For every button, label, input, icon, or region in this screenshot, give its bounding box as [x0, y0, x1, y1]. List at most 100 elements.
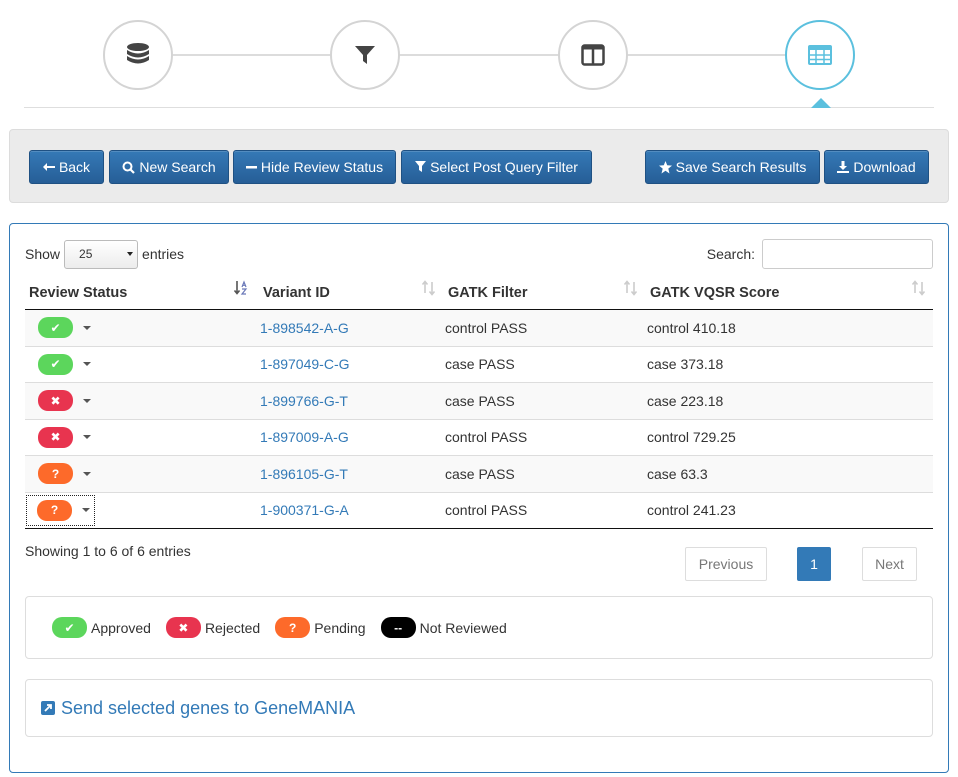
previous-page-button[interactable]: Previous [685, 547, 767, 581]
variant-id-link[interactable]: 1-896105-G-T [260, 466, 348, 482]
pending-status-badge[interactable]: ? [38, 463, 73, 484]
arrow-left-icon [42, 162, 55, 172]
chevron-down-icon[interactable] [83, 471, 91, 476]
chevron-down-icon[interactable] [83, 398, 91, 403]
star-icon [658, 160, 672, 174]
question-icon: ? [50, 503, 59, 517]
review-status-dropdown[interactable]: ✖ [38, 390, 91, 411]
approved-status-badge[interactable]: ✔ [38, 317, 73, 338]
post-query-filter-button[interactable]: Select Post Query Filter [401, 150, 592, 184]
close-icon: ✖ [178, 620, 189, 635]
review-status-dropdown[interactable]: ✔ [38, 353, 91, 375]
review-status-dropdown[interactable]: ? [26, 494, 95, 526]
sort-both-icon[interactable] [421, 280, 438, 297]
gatk-vqsr-score-cell: case 223.18 [647, 392, 724, 409]
check-icon: ✔ [64, 620, 75, 635]
review-status-dropdown[interactable]: ✖ [38, 426, 91, 448]
rejected-status-badge[interactable]: ✖ [38, 390, 73, 411]
back-button[interactable]: Back [29, 150, 104, 184]
legend-item-approved: ✔ Approved [52, 617, 151, 638]
legend-label: Approved [91, 619, 151, 636]
wizard-step-database[interactable] [103, 20, 173, 90]
gatk-vqsr-score-cell: case 373.18 [647, 356, 724, 373]
page-size-select[interactable]: 25 [64, 239, 139, 269]
filter-icon [415, 161, 427, 173]
gatk-filter-cell: case PASS [445, 356, 515, 373]
legend-label: Rejected [204, 619, 261, 636]
entries-label: entries [142, 246, 185, 262]
column-header-label: GATK VQSR Score [650, 285, 780, 301]
wizard-connector [140, 54, 820, 56]
save-search-results-label: Save Search Results [675, 159, 807, 175]
wizard-divider [24, 107, 934, 108]
variant-id-link[interactable]: 1-898542-A-G [260, 320, 349, 336]
wizard-steps [0, 0, 958, 110]
new-search-button[interactable]: New Search [109, 150, 229, 184]
gatk-filter-cell: case PASS [445, 392, 515, 409]
dash-icon: -- [394, 620, 403, 635]
rejected-legend-badge: ✖ [165, 617, 201, 638]
search-input[interactable] [762, 239, 933, 269]
review-status-dropdown[interactable]: ✔ [38, 317, 91, 338]
sort-both-icon[interactable] [623, 280, 640, 297]
active-step-caret [811, 98, 831, 108]
table-row[interactable]: ✔ 1-898542-A-G control PASS control 410.… [25, 310, 933, 347]
wizard-step-columns[interactable] [558, 20, 628, 90]
column-header-review-status[interactable]: Review Status [29, 276, 127, 310]
variant-id-link[interactable]: 1-900371-G-A [260, 502, 349, 518]
new-search-label: New Search [139, 159, 216, 175]
table-header: Review Status Variant ID GATK Filter GAT… [25, 276, 933, 310]
status-legend: ✔ Approved ✖ Rejected ? Pending -- Not R… [25, 596, 933, 659]
question-icon: ? [51, 466, 60, 481]
table-row[interactable]: ✖ 1-897009-A-G control PASS control 729.… [25, 420, 933, 456]
save-search-results-button[interactable]: Save Search Results [645, 150, 820, 184]
hide-review-status-button[interactable]: Hide Review Status [233, 150, 396, 184]
column-header-variant-id[interactable]: Variant ID [263, 276, 330, 310]
page-length-control: Show 25 entries [25, 239, 184, 269]
pending-status-badge[interactable]: ? [37, 499, 72, 521]
chevron-down-icon[interactable] [83, 362, 91, 366]
legend-item-rejected: ✖ Rejected [165, 617, 261, 638]
approved-status-badge[interactable]: ✔ [38, 353, 73, 375]
column-header-gatk-filter[interactable]: GATK Filter [448, 276, 527, 310]
chevron-down-icon[interactable] [83, 325, 91, 330]
table-row[interactable]: ? 1-900371-G-A control PASS control 241.… [25, 493, 933, 529]
gatk-filter-cell: control PASS [445, 319, 528, 336]
back-button-label: Back [58, 159, 91, 175]
show-label: Show [25, 246, 61, 262]
table-row[interactable]: ✖ 1-899766-G-T case PASS case 223.18 [25, 383, 933, 420]
page-1-button[interactable]: 1 [797, 547, 831, 581]
table-row[interactable]: ? 1-896105-G-T case PASS case 63.3 [25, 456, 933, 493]
table-info-text: Showing 1 to 6 of 6 entries [25, 543, 191, 559]
external-link-icon [41, 701, 55, 715]
not-reviewed-legend-badge: -- [380, 617, 416, 638]
wizard-step-filter[interactable] [330, 20, 400, 90]
table-row[interactable]: ✔ 1-897049-C-G case PASS case 373.18 [25, 347, 933, 383]
gatk-filter-cell: control PASS [445, 429, 528, 446]
current-page-number: 1 [810, 556, 818, 572]
results-table: Review Status Variant ID GATK Filter GAT… [25, 276, 933, 529]
sort-desc-icon[interactable] [234, 280, 251, 297]
wizard-step-table[interactable] [785, 20, 855, 90]
column-header-gatk-vqsr-score[interactable]: GATK VQSR Score [650, 276, 779, 310]
download-button[interactable]: Download [824, 150, 929, 184]
close-icon: ✖ [50, 393, 61, 408]
rejected-status-badge[interactable]: ✖ [38, 426, 73, 448]
chevron-down-icon[interactable] [83, 435, 91, 439]
legend-item-not-reviewed: -- Not Reviewed [380, 617, 507, 638]
variant-id-link[interactable]: 1-899766-G-T [260, 393, 348, 409]
variant-id-link[interactable]: 1-897049-C-G [260, 356, 350, 372]
variant-id-link[interactable]: 1-897009-A-G [260, 429, 349, 445]
legend-label: Pending [314, 619, 366, 636]
review-status-dropdown[interactable]: ? [38, 463, 91, 484]
columns-icon [581, 44, 605, 66]
close-icon: ✖ [50, 430, 61, 444]
hide-review-status-label: Hide Review Status [260, 159, 384, 175]
next-page-button[interactable]: Next [862, 547, 917, 581]
download-icon [837, 161, 850, 173]
chevron-down-icon[interactable] [82, 508, 90, 512]
send-to-genemania-link[interactable]: Send selected genes to GeneMANIA [61, 698, 355, 719]
gatk-filter-cell: control PASS [445, 502, 528, 519]
search-label: Search: [706, 246, 755, 262]
sort-both-icon[interactable] [911, 280, 928, 297]
